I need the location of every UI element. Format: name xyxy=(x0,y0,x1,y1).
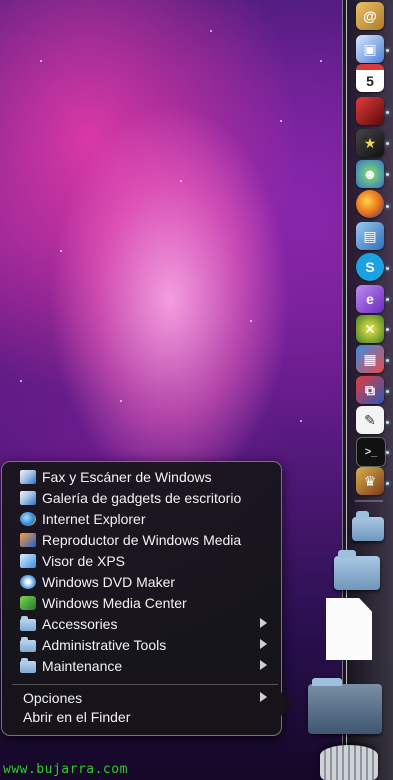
dvd-maker-icon xyxy=(20,574,36,589)
running-indicator xyxy=(386,267,389,270)
running-indicator xyxy=(386,111,389,114)
windows-programs-stack-icon[interactable] xyxy=(308,678,382,734)
photo-booth-icon[interactable] xyxy=(356,97,384,125)
trash-icon[interactable] xyxy=(320,745,378,780)
applications-stack-icon[interactable] xyxy=(334,550,380,590)
menu-separator xyxy=(12,684,278,685)
menu-item-options[interactable]: Opciones xyxy=(23,687,275,708)
media-player-icon xyxy=(20,532,36,547)
menu-item-label: Visor de XPS xyxy=(42,552,126,569)
menu-item-label: Reproductor de Windows Media xyxy=(42,531,242,548)
menu-item-label: Windows Media Center xyxy=(42,594,187,611)
calendar-icon[interactable]: 5 xyxy=(356,64,384,92)
dock-divider xyxy=(346,0,347,780)
ie-icon[interactable]: e xyxy=(356,285,384,313)
running-indicator xyxy=(386,451,389,454)
photo-app-icon[interactable]: ▣ xyxy=(356,35,384,63)
menu-item-label: Accessories xyxy=(42,615,118,632)
menu-item-label: Galería de gadgets de escritorio xyxy=(42,489,242,506)
running-indicator xyxy=(386,205,389,208)
document-icon[interactable] xyxy=(326,598,372,660)
menu-item-dvd-maker[interactable]: Windows DVD Maker xyxy=(20,571,275,592)
submenu-arrow-icon xyxy=(260,660,267,670)
submenu-arrow-icon xyxy=(260,618,267,628)
running-indicator xyxy=(386,359,389,362)
remote-desktop-icon[interactable]: ▤ xyxy=(356,222,384,250)
gadgets-icon xyxy=(20,490,36,505)
folder-icon xyxy=(20,657,36,673)
running-indicator xyxy=(386,482,389,485)
messenger-icon[interactable]: ☻ xyxy=(356,160,384,188)
running-indicator xyxy=(386,390,389,393)
watermark: www.bujarra.com xyxy=(3,762,128,777)
running-indicator xyxy=(386,421,389,424)
terminal-icon[interactable]: >_ xyxy=(356,437,386,467)
running-indicator xyxy=(386,142,389,145)
menu-item-maintenance[interactable]: Maintenance xyxy=(20,655,275,676)
running-indicator xyxy=(386,328,389,331)
imovie-icon[interactable]: ★ xyxy=(356,129,384,157)
parallels-icon[interactable]: ⧉ xyxy=(356,376,384,404)
menu-item-label: Maintenance xyxy=(42,657,123,674)
running-indicator xyxy=(386,298,389,301)
fax-scan-icon xyxy=(20,469,36,484)
menu-item-xps-viewer[interactable]: Visor de XPS xyxy=(20,550,275,571)
xps-viewer-icon xyxy=(20,553,36,568)
menu-item-internet-explorer[interactable]: Internet Explorer xyxy=(20,508,275,529)
menu-item-gadgets[interactable]: Galería de gadgets de escritorio xyxy=(20,487,275,508)
menu-item-label: Abrir en el Finder xyxy=(23,708,131,725)
menu-item-administrative-tools[interactable]: Administrative Tools xyxy=(20,634,275,655)
vmware-icon[interactable]: ▦ xyxy=(356,345,384,373)
firefox-icon[interactable] xyxy=(356,190,384,218)
xcode-icon[interactable]: ✕ xyxy=(356,315,384,343)
menu-item-label: Windows DVD Maker xyxy=(42,573,176,590)
internet-explorer-icon xyxy=(20,511,36,526)
menu-item-accessories[interactable]: Accessories xyxy=(20,613,275,634)
menu-item-label: Internet Explorer xyxy=(42,510,146,527)
menu-item-media-center[interactable]: Windows Media Center xyxy=(20,592,275,613)
menu-item-open-in-finder[interactable]: Abrir en el Finder xyxy=(23,706,275,727)
game-icon[interactable]: ♛ xyxy=(356,467,384,495)
menu-item-fax-scan[interactable]: Fax y Escáner de Windows xyxy=(20,466,275,487)
menu-item-label: Fax y Escáner de Windows xyxy=(42,468,212,485)
text-edit-icon[interactable]: ✎ xyxy=(356,406,384,434)
media-center-icon xyxy=(20,595,36,610)
applications-folder-icon[interactable] xyxy=(352,511,384,541)
address-book-icon[interactable]: @ xyxy=(356,2,384,30)
menu-item-media-player[interactable]: Reproductor de Windows Media xyxy=(20,529,275,550)
folder-icon xyxy=(20,636,36,652)
dock-separator xyxy=(355,500,383,502)
submenu-arrow-icon xyxy=(260,692,267,702)
menu-item-label: Opciones xyxy=(23,689,83,706)
folder-icon xyxy=(20,615,36,631)
running-indicator xyxy=(386,173,389,176)
submenu-arrow-icon xyxy=(260,639,267,649)
skype-icon[interactable]: S xyxy=(356,253,384,281)
stack-popup-pointer xyxy=(279,690,293,718)
menu-item-label: Administrative Tools xyxy=(42,636,167,653)
running-indicator xyxy=(386,49,389,52)
